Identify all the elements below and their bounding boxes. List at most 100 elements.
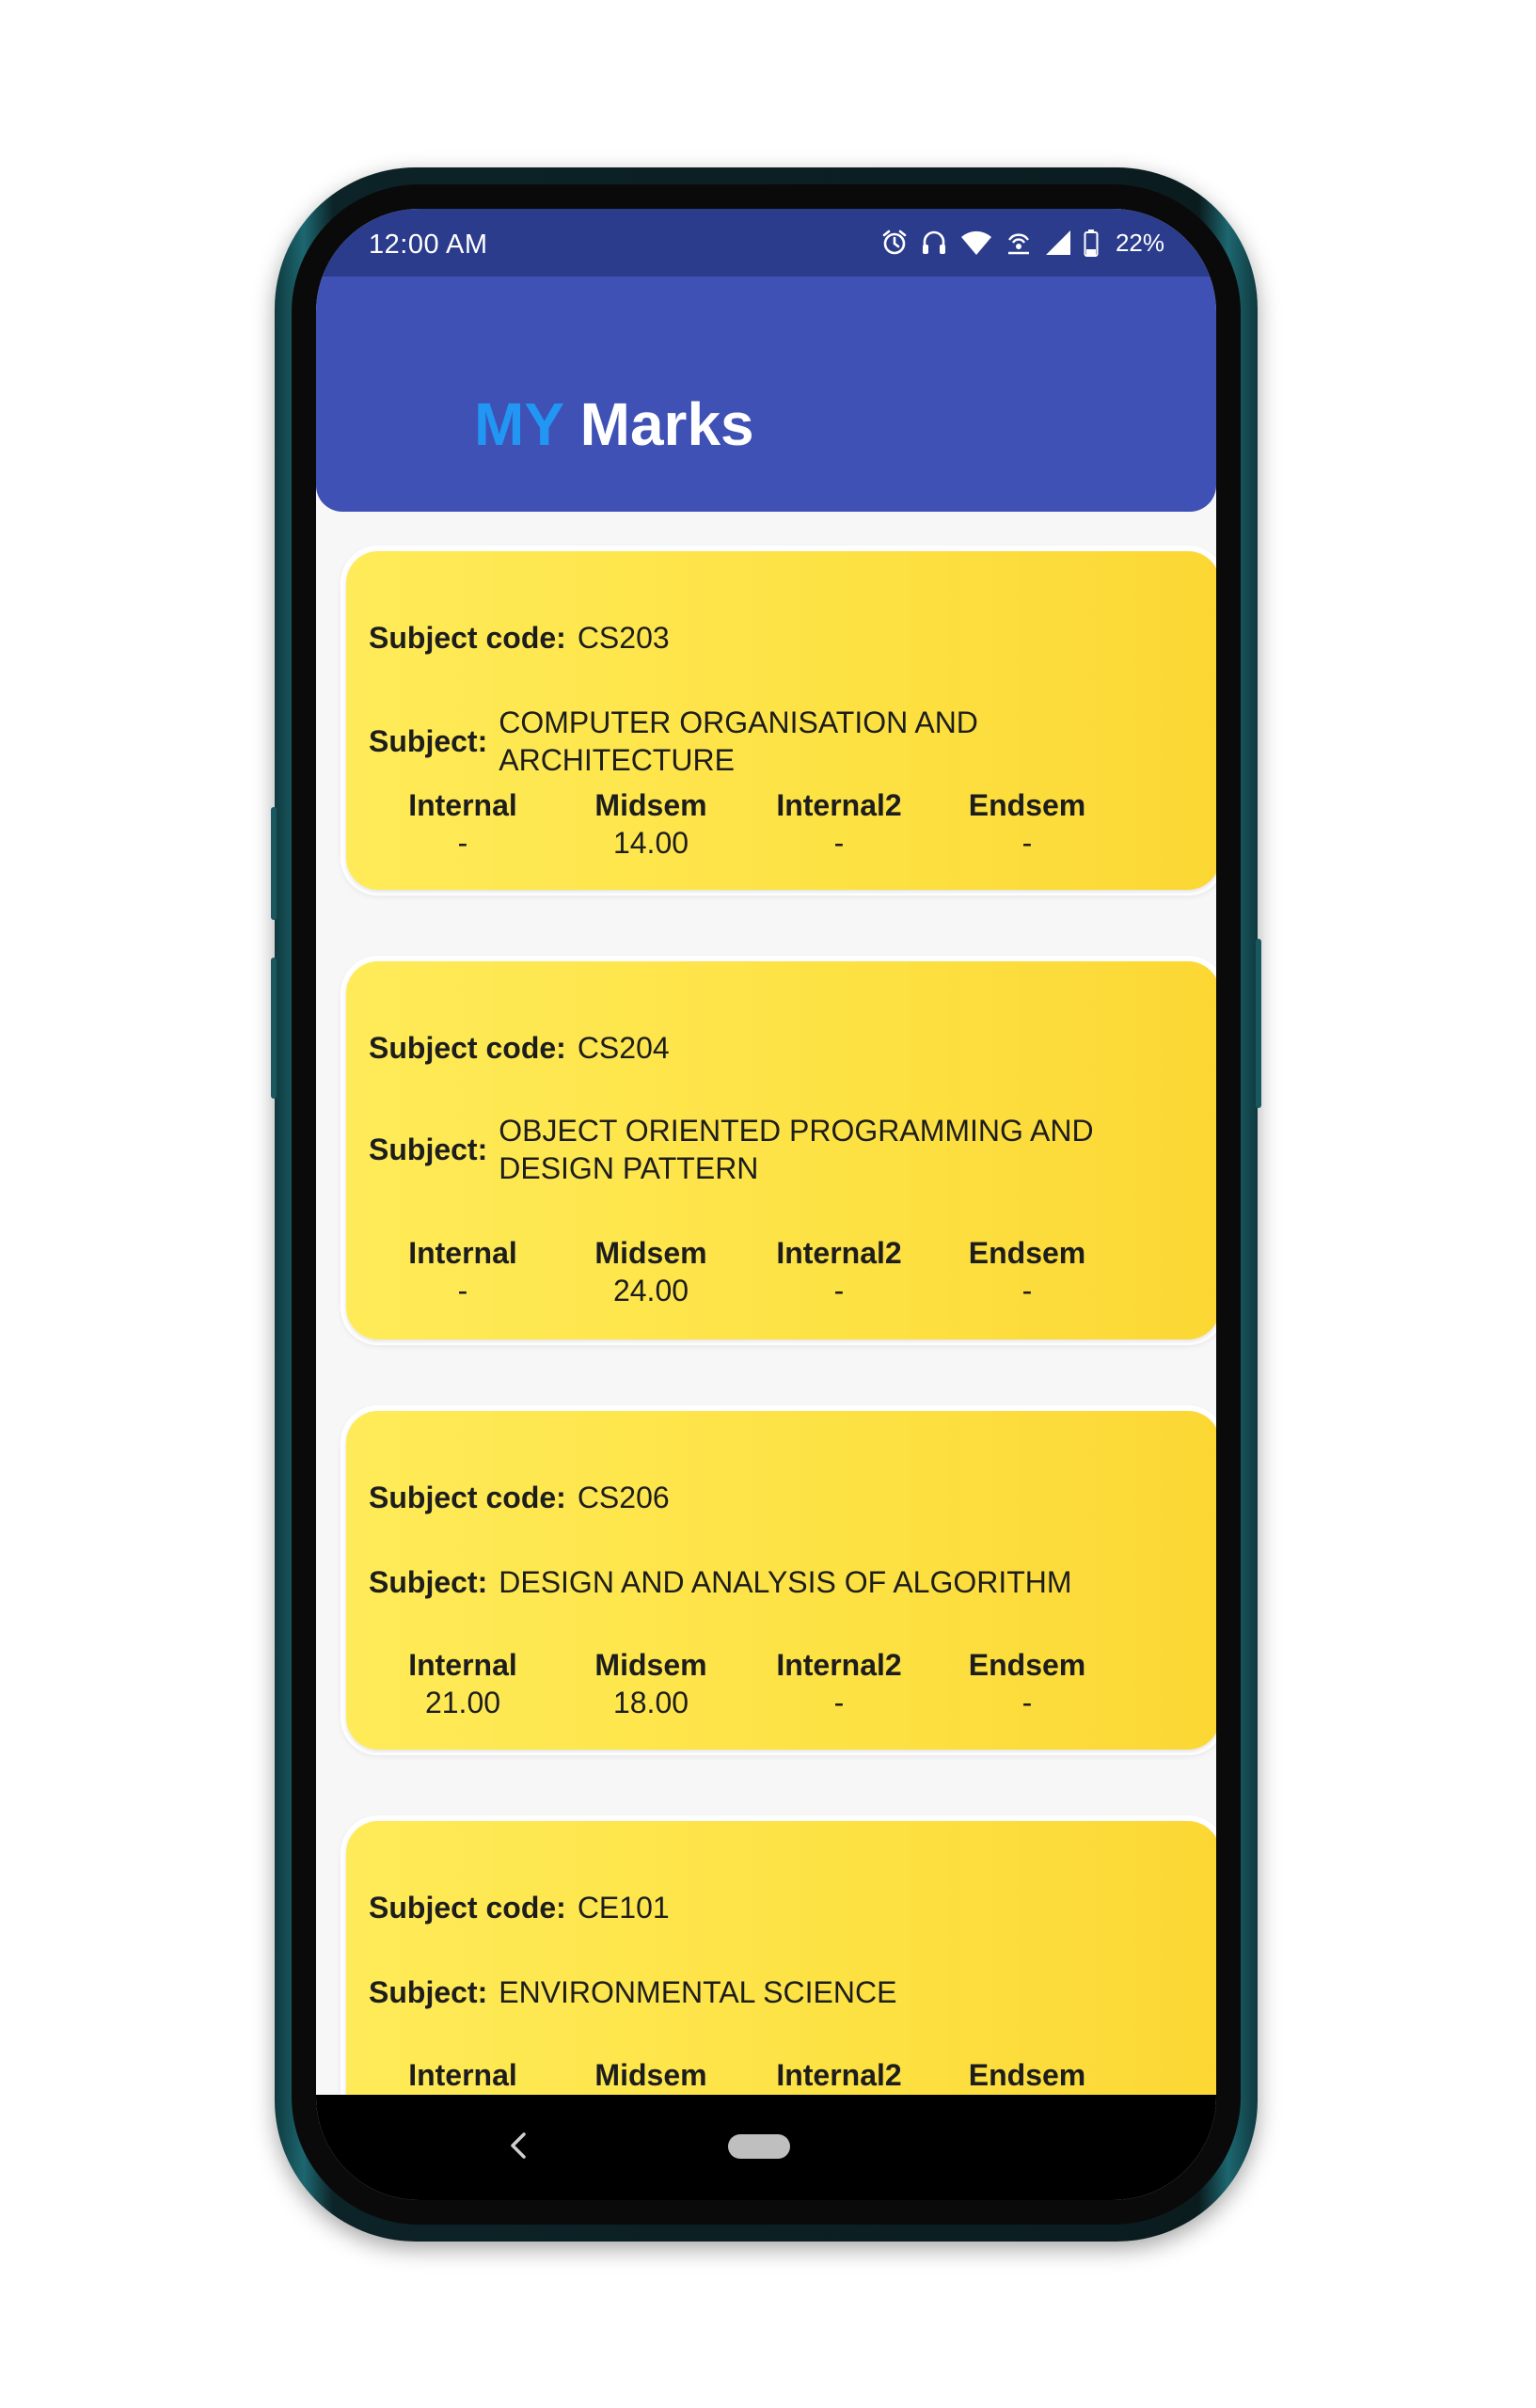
endsem-mark: Endsem - (933, 1646, 1121, 1721)
endsem-mark: Endsem (933, 2056, 1121, 2094)
headset-icon (922, 230, 945, 254)
app-bar: MY Marks (316, 277, 1216, 512)
subject-name-value: OBJECT ORIENTED PROGRAMMING AND DESIGN P… (499, 1114, 1094, 1185)
subject-code-value: CS203 (577, 621, 670, 655)
subject-name-row: Subject: ENVIRONMENTAL SCIENCE (369, 1973, 1197, 2011)
midsem-value: 18.00 (612, 1686, 689, 1719)
marks-row: Internal - Midsem 24.00 Internal2 - Ends… (369, 1234, 1197, 1309)
marks-row: Internal 21.00 Midsem 18.00 Internal2 - (369, 1646, 1197, 1721)
subject-code-value: CS206 (577, 1481, 670, 1514)
internal-mark: Internal 21.00 (369, 1646, 557, 1721)
app-title: MY Marks (474, 389, 754, 459)
status-time: 12:00 AM (369, 230, 488, 260)
midsem-label: Midsem (594, 2058, 707, 2092)
internal2-value: - (833, 1274, 845, 1307)
subject-name-row: Subject: OBJECT ORIENTED PROGRAMMING AND… (369, 1112, 1197, 1187)
subject-code-value: CE101 (577, 1891, 670, 1925)
hotspot-icon (1007, 233, 1029, 255)
subject-name-value: DESIGN AND ANALYSIS OF ALGORITHM (499, 1565, 1072, 1599)
subject-label: Subject: (369, 723, 488, 758)
alarm-icon (882, 230, 907, 255)
midsem-label: Midsem (594, 1648, 707, 1682)
internal2-mark: Internal2 (745, 2056, 933, 2094)
navigation-bar (316, 2095, 1216, 2200)
app-title-accent: MY (474, 390, 563, 458)
endsem-label: Endsem (968, 788, 1086, 822)
subject-card-body: Subject code: CS203 Subject: COMPUTER OR… (346, 551, 1216, 890)
internal-value: - (457, 1274, 468, 1307)
subject-code-value: CS204 (577, 1031, 670, 1065)
subject-code-row: Subject code: CS203 (369, 619, 1197, 657)
internal-label: Internal (408, 2058, 517, 2092)
internal2-mark: Internal2 - (745, 1646, 933, 1721)
subject-name-row: Subject: COMPUTER ORGANISATION AND ARCHI… (369, 704, 1197, 779)
phone-bezel: 12:00 AM 22% MY Marks Subject code: CS20… (292, 184, 1241, 2225)
endsem-mark: Endsem - (933, 786, 1121, 862)
internal-label: Internal (408, 1236, 517, 1270)
internal2-label: Internal2 (776, 1236, 902, 1270)
midsem-label: Midsem (594, 788, 707, 822)
marks-row: Internal Midsem Internal2 Endsem (369, 2056, 1197, 2094)
internal2-mark: Internal2 - (745, 1234, 933, 1309)
marks-list[interactable]: Subject code: CS203 Subject: COMPUTER OR… (316, 512, 1216, 2101)
midsem-mark: Midsem (557, 2056, 745, 2094)
volume-button (271, 807, 277, 920)
subject-card[interactable]: Subject code: CS206 Subject: DESIGN AND … (340, 1405, 1216, 1755)
subject-card-body: Subject code: CE101 Subject: ENVIRONMENT… (346, 1821, 1216, 2101)
internal2-value: - (833, 826, 845, 860)
internal-value: - (457, 826, 468, 860)
phone-frame: 12:00 AM 22% MY Marks Subject code: CS20… (271, 167, 1261, 2242)
wifi-icon (960, 230, 991, 255)
app-title-rest: Marks (579, 390, 754, 458)
midsem-mark: Midsem 14.00 (557, 786, 745, 862)
internal-value: 21.00 (424, 1686, 501, 1719)
subject-label: Subject: (369, 1132, 488, 1166)
midsem-value: 24.00 (612, 1274, 689, 1307)
subject-label: Subject: (369, 1564, 488, 1599)
page: 12:00 AM 22% MY Marks Subject code: CS20… (0, 0, 1536, 2408)
internal2-label: Internal2 (776, 1648, 902, 1682)
status-bar: 12:00 AM 22% (316, 209, 1216, 277)
internal-label: Internal (408, 788, 517, 822)
subject-code-label: Subject code: (369, 1890, 566, 1925)
battery-icon (1084, 230, 1099, 257)
signal-icon (1045, 230, 1070, 255)
midsem-value: 14.00 (612, 826, 689, 860)
subject-label: Subject: (369, 1974, 488, 2009)
screen: 12:00 AM 22% MY Marks Subject code: CS20… (316, 209, 1216, 2200)
endsem-value: - (1021, 826, 1033, 860)
subject-code-row: Subject code: CS206 (369, 1479, 1197, 1516)
subject-card[interactable]: Subject code: CS203 Subject: COMPUTER OR… (340, 546, 1216, 895)
back-icon[interactable] (499, 2119, 537, 2172)
volume-button-2 (271, 958, 277, 1099)
internal2-label: Internal2 (776, 2058, 902, 2092)
internal2-mark: Internal2 - (745, 786, 933, 862)
internal-mark: Internal - (369, 786, 557, 862)
status-icons: 22% (880, 226, 1164, 260)
midsem-mark: Midsem 18.00 (557, 1646, 745, 1721)
internal-mark: Internal (369, 2056, 557, 2094)
endsem-value: - (1021, 1274, 1033, 1307)
endsem-label: Endsem (968, 2058, 1086, 2092)
subject-name-value: ENVIRONMENTAL SCIENCE (499, 1975, 897, 2009)
subject-code-row: Subject code: CS204 (369, 1029, 1197, 1067)
endsem-label: Endsem (968, 1236, 1086, 1270)
power-button (1256, 939, 1261, 1108)
subject-card[interactable]: Subject code: CS204 Subject: OBJECT ORIE… (340, 956, 1216, 1345)
internal2-value: - (833, 1686, 845, 1719)
subject-code-label: Subject code: (369, 1480, 566, 1514)
endsem-value: - (1021, 1686, 1033, 1719)
midsem-label: Midsem (594, 1236, 707, 1270)
subject-code-label: Subject code: (369, 620, 566, 655)
internal-mark: Internal - (369, 1234, 557, 1309)
battery-percent: 22% (1115, 228, 1164, 257)
internal-label: Internal (408, 1648, 517, 1682)
subject-card-body: Subject code: CS204 Subject: OBJECT ORIE… (346, 961, 1216, 1339)
subject-name-value: COMPUTER ORGANISATION AND ARCHITECTURE (499, 705, 978, 777)
home-icon[interactable] (728, 2134, 790, 2159)
subject-card-body: Subject code: CS206 Subject: DESIGN AND … (346, 1411, 1216, 1750)
midsem-mark: Midsem 24.00 (557, 1234, 745, 1309)
subject-code-label: Subject code: (369, 1030, 566, 1065)
subject-name-row: Subject: DESIGN AND ANALYSIS OF ALGORITH… (369, 1563, 1197, 1601)
subject-card[interactable]: Subject code: CE101 Subject: ENVIRONMENT… (340, 1815, 1216, 2101)
